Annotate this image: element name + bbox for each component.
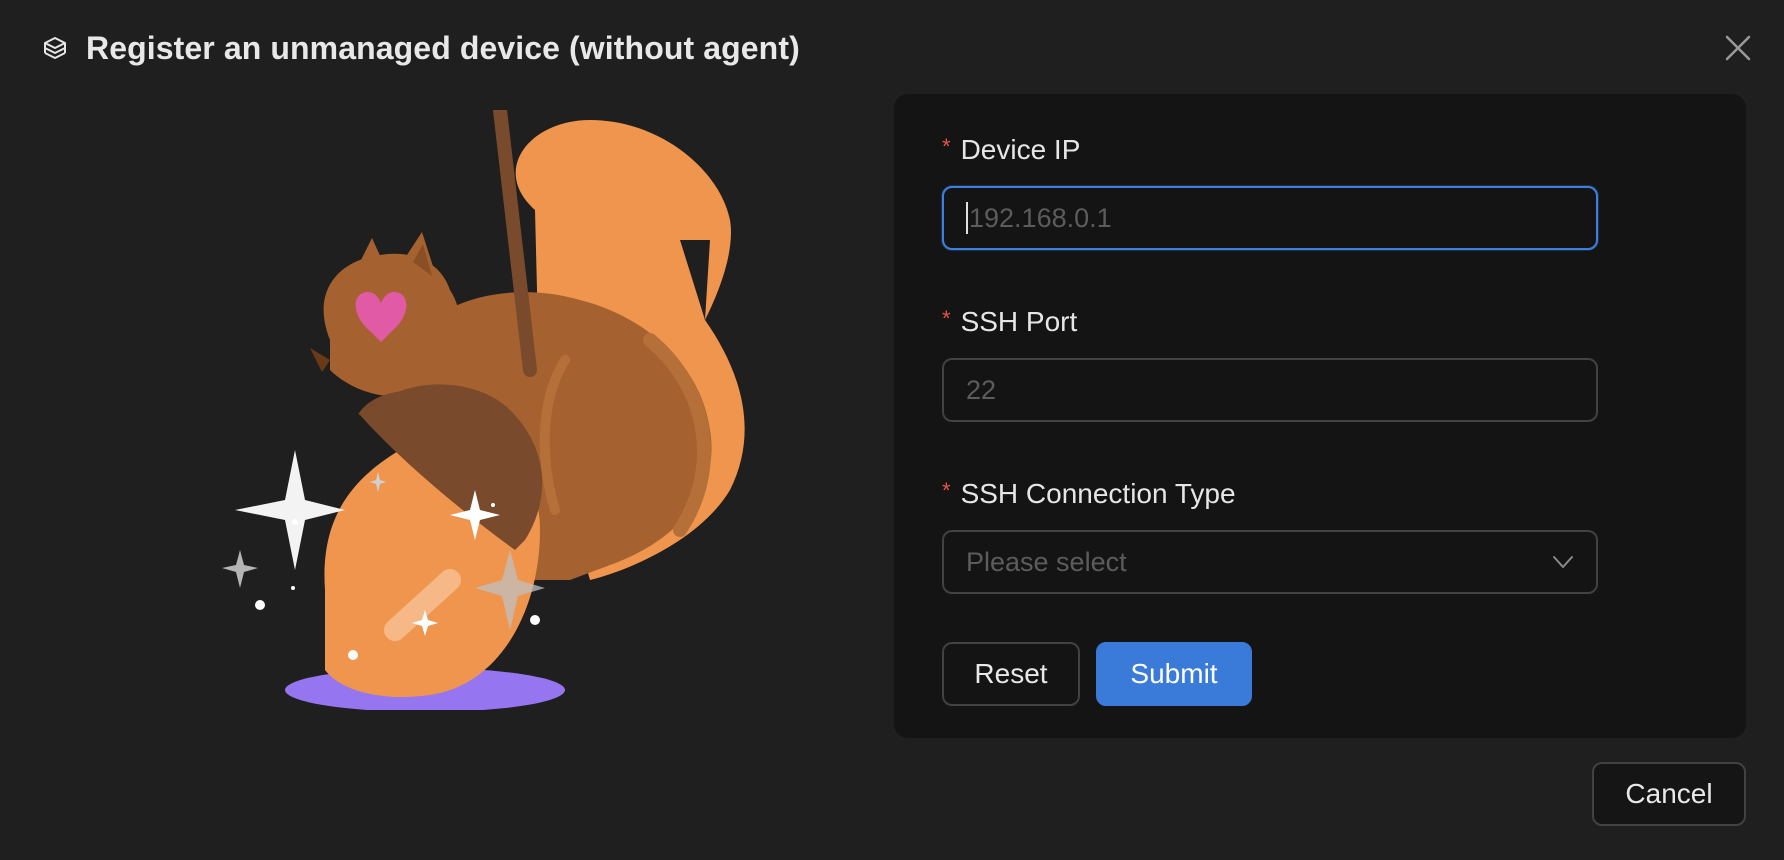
ssh-port-placeholder: 22: [966, 374, 997, 405]
chevron-down-icon: [1553, 556, 1573, 568]
reset-button[interactable]: Reset: [942, 642, 1080, 706]
required-mark: *: [942, 306, 951, 331]
ssh-connection-type-select[interactable]: Please select: [942, 530, 1598, 594]
device-ip-label: * Device IP: [942, 134, 1081, 165]
required-mark: *: [942, 134, 951, 159]
dialog-title: Register an unmanaged device (without ag…: [86, 30, 800, 66]
ssh-connection-type-field: * SSH Connection Type Please select: [942, 474, 1598, 594]
ssh-connection-type-label: * SSH Connection Type: [942, 478, 1236, 509]
device-form: * Device IP 192.168.0.1 * SSH Port 22 * …: [894, 94, 1746, 738]
device-ip-placeholder: 192.168.0.1: [969, 202, 1112, 233]
ssh-connection-type-placeholder: Please select: [966, 546, 1127, 577]
required-mark: *: [942, 478, 951, 503]
ssh-port-label: * SSH Port: [942, 306, 1078, 337]
form-actions: Reset Submit: [942, 642, 1252, 706]
dialog-header: Register an unmanaged device (without ag…: [40, 30, 800, 67]
squirrel-with-acorn-illustration: [210, 103, 780, 712]
ssh-port-input[interactable]: 22: [942, 358, 1598, 422]
cube-stack-icon: [40, 34, 70, 64]
close-icon: [1725, 35, 1751, 61]
device-ip-input[interactable]: 192.168.0.1: [942, 186, 1598, 250]
text-caret: [966, 202, 968, 234]
cancel-button[interactable]: Cancel: [1592, 762, 1746, 826]
device-ip-field: * Device IP 192.168.0.1: [942, 130, 1598, 250]
submit-button[interactable]: Submit: [1096, 642, 1252, 706]
ssh-port-field: * SSH Port 22: [942, 302, 1598, 422]
close-button[interactable]: [1718, 28, 1758, 68]
